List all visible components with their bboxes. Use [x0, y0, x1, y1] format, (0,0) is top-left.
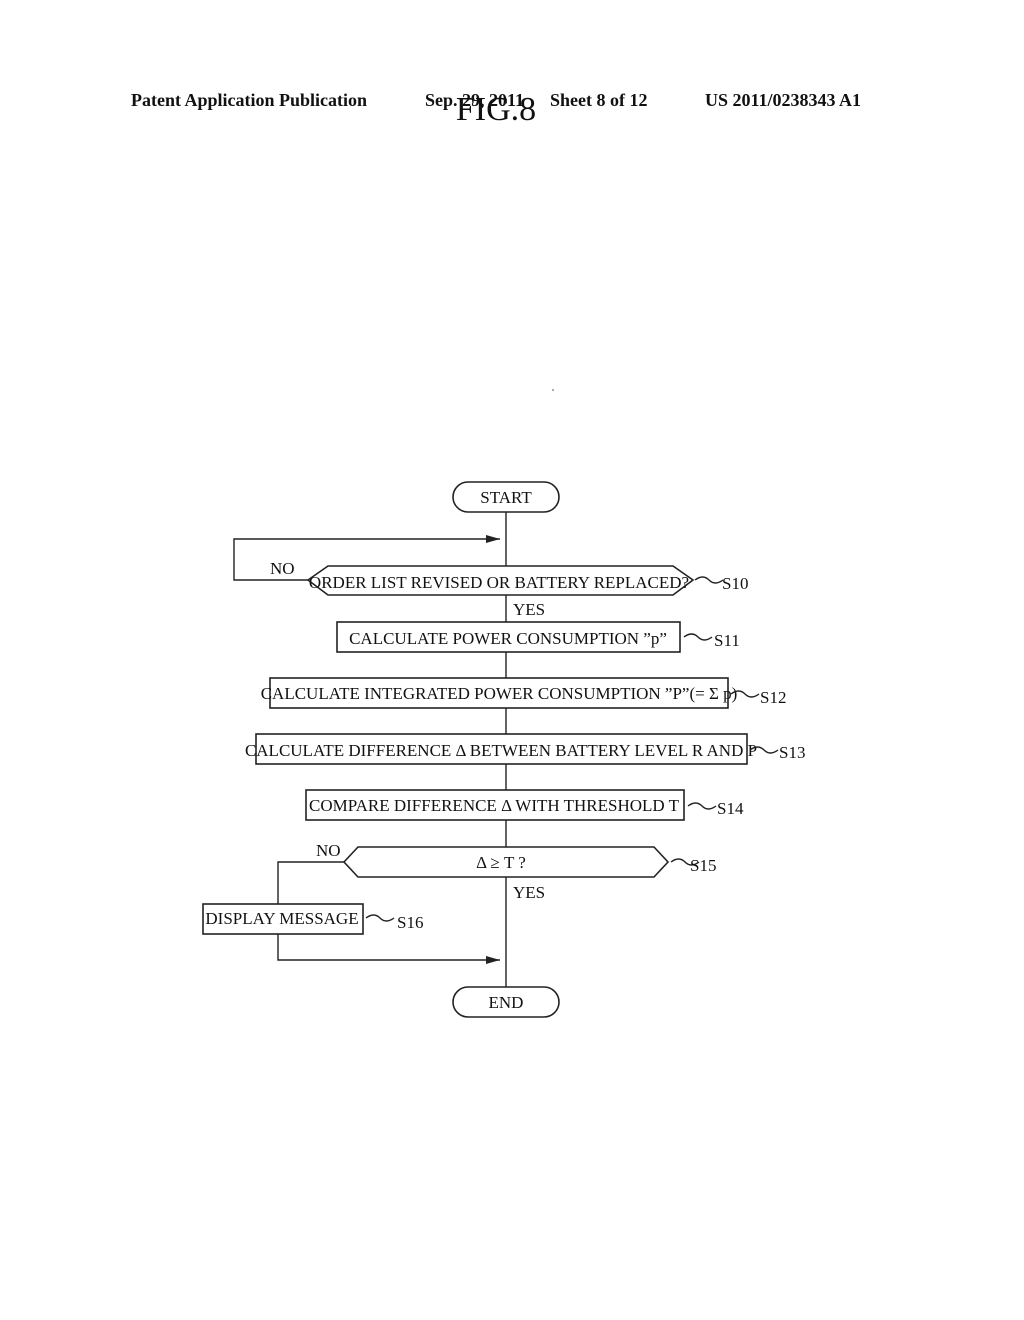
end-label: END	[489, 993, 524, 1012]
s16-leader	[365, 914, 395, 922]
step-s14-process: COMPARE DIFFERENCE Δ WITH THRESHOLD T	[305, 789, 685, 821]
step-s11-text: CALCULATE POWER CONSUMPTION ”p”	[349, 629, 667, 648]
step-s10-id: S10	[722, 574, 748, 593]
step-s14-id: S14	[717, 799, 744, 818]
step-s11-process: CALCULATE POWER CONSUMPTION ”p”	[336, 621, 681, 653]
s10-leader	[694, 576, 724, 584]
step-s12-process: CALCULATE INTEGRATED POWER CONSUMPTION ”…	[261, 677, 738, 709]
step-s13-text: CALCULATE DIFFERENCE Δ BETWEEN BATTERY L…	[245, 741, 757, 760]
flowchart: FIG.8 START NO ORDER LIST REVISED OR BAT…	[202, 91, 805, 1018]
step-s15-decision: Δ ≥ T ?	[342, 846, 670, 878]
start-terminator: START	[452, 481, 560, 513]
step-s15-text: Δ ≥ T ?	[476, 853, 526, 872]
step-s10-decision: ORDER LIST REVISED OR BATTERY REPLACED?	[306, 565, 695, 596]
step-s16-id: S16	[397, 913, 423, 932]
start-label: START	[480, 488, 532, 507]
step-s15-id: S15	[690, 856, 716, 875]
figure-title: FIG.8	[456, 91, 536, 128]
step-s13-id: S13	[779, 743, 805, 762]
connector-s16-end	[277, 934, 500, 964]
end-terminator: END	[452, 986, 560, 1018]
step-s12-id: S12	[760, 688, 786, 707]
step-s14-text: COMPARE DIFFERENCE Δ WITH THRESHOLD T	[309, 796, 680, 815]
s14-leader	[687, 802, 717, 810]
s10-no-label: NO	[270, 559, 295, 578]
step-s16-process: DISPLAY MESSAGE	[202, 903, 364, 935]
s10-yes-label: YES	[513, 600, 545, 619]
scan-speck	[552, 389, 554, 391]
step-s12-text: CALCULATE INTEGRATED POWER CONSUMPTION ”…	[261, 684, 738, 703]
step-s13-process: CALCULATE DIFFERENCE Δ BETWEEN BATTERY L…	[245, 733, 757, 765]
step-s16-text: DISPLAY MESSAGE	[205, 909, 358, 928]
s15-yes-label: YES	[513, 883, 545, 902]
s11-leader	[683, 633, 713, 641]
s15-no-label: NO	[316, 841, 341, 860]
connector-s15-no	[277, 861, 344, 904]
step-s11-id: S11	[714, 631, 740, 650]
step-s10-text: ORDER LIST REVISED OR BATTERY REPLACED?	[309, 573, 689, 592]
